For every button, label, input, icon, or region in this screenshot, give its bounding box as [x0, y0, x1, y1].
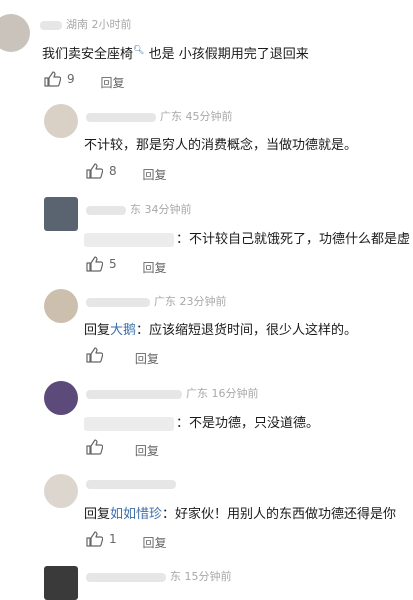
- username-blurred: [86, 297, 150, 307]
- username-blurred: [40, 20, 62, 30]
- comment-text-main: ：好家伙！用别人的东西做功德还得是你: [162, 507, 397, 522]
- timestamp: 45分钟前: [185, 110, 233, 123]
- thumbs-up-icon: [86, 163, 103, 179]
- thumbs-up-icon: [86, 439, 103, 455]
- mention-blurred: [84, 232, 174, 247]
- comment-meta: 湖南 2小时前: [40, 16, 132, 32]
- comment-actions: 5 回复: [86, 256, 166, 276]
- timestamp: 34分钟前: [144, 203, 192, 216]
- timestamp: 2小时前: [91, 18, 132, 31]
- thumbs-up-icon: [86, 531, 103, 547]
- username-blurred: [86, 205, 126, 215]
- comment-text: 回复大鹅：应该缩短退货时间，很少人这样的。: [84, 319, 357, 338]
- like-button[interactable]: 1: [86, 531, 117, 547]
- mention-blurred: [84, 416, 174, 431]
- reply-prefix: 回复: [84, 507, 111, 522]
- comment-meta: 广东 45分钟前: [86, 108, 233, 124]
- comment-actions: 回复: [86, 347, 159, 367]
- reply-button[interactable]: 回复: [142, 168, 166, 182]
- reply-button[interactable]: 回复: [135, 444, 159, 458]
- comment-meta: 广东 16分钟前: [86, 385, 259, 401]
- like-button[interactable]: 9: [44, 71, 75, 87]
- comment-text-main: 我们卖安全座椅: [42, 47, 134, 62]
- comment-text: ：不计较自己就饿死了，功德什么都是虚: [84, 228, 410, 247]
- comment-text-main: ：不计较自己就饿死了，功德什么都是虚: [176, 232, 411, 247]
- comment-actions: 1 回复: [86, 531, 166, 551]
- username-blurred: [86, 479, 176, 489]
- username-blurred: [86, 572, 166, 582]
- avatar[interactable]: [44, 566, 78, 600]
- comment-text: 不计较，那是穷人的消费概念，当做功德就是。: [84, 134, 357, 153]
- location: 东: [130, 203, 141, 216]
- mentioned-user-link[interactable]: 如如惜珍: [110, 507, 162, 522]
- comment-text-main: 不计较，那是穷人的消费概念，当做功德就是。: [84, 138, 358, 153]
- comment-text: 回复如如惜珍：好家伙！用别人的东西做功德还得是你: [84, 503, 396, 522]
- thumbs-up-icon: [44, 71, 61, 87]
- mentioned-user-link[interactable]: 大鹅: [110, 323, 136, 338]
- like-count: 9: [67, 72, 75, 86]
- thumbs-up-icon: [86, 347, 103, 363]
- like-count: 1: [109, 532, 117, 546]
- comment-actions: 8 回复: [86, 163, 166, 183]
- avatar[interactable]: [44, 289, 78, 323]
- comment-text-suffix: 也是 小孩假期用完了退回来: [144, 47, 309, 62]
- comment-actions: 9 回复: [44, 71, 124, 91]
- avatar[interactable]: [0, 14, 30, 52]
- location: 湖南: [66, 18, 88, 31]
- search-icon[interactable]: 🔍︎: [133, 46, 144, 56]
- like-button[interactable]: 8: [86, 163, 117, 179]
- avatar[interactable]: [44, 197, 78, 231]
- comment-meta: 广东 23分钟前: [86, 293, 227, 309]
- comment-actions: 回复: [86, 439, 159, 459]
- avatar[interactable]: [44, 104, 78, 138]
- reply-button[interactable]: 回复: [100, 76, 124, 90]
- like-button[interactable]: 5: [86, 256, 117, 272]
- like-button[interactable]: [86, 347, 109, 363]
- comment-text: 我们卖安全座椅🔍︎ 也是 小孩假期用完了退回来: [42, 43, 309, 62]
- comment-text-main: ：不是功德，只没道德。: [176, 416, 320, 431]
- timestamp: 23分钟前: [179, 295, 227, 308]
- avatar[interactable]: [44, 474, 78, 508]
- username-blurred: [86, 389, 182, 399]
- location: 广东: [154, 295, 176, 308]
- timestamp: 16分钟前: [211, 387, 259, 400]
- comment-text-main: ：应该缩短退货时间，很少人这样的。: [136, 323, 358, 338]
- comment-meta: 东 15分钟前: [86, 568, 232, 584]
- reply-button[interactable]: 回复: [142, 261, 166, 275]
- avatar[interactable]: [44, 381, 78, 415]
- comment-meta: 东 34分钟前: [86, 201, 192, 217]
- reply-prefix: 回复: [84, 323, 111, 338]
- like-count: 5: [109, 257, 117, 271]
- reply-button[interactable]: 回复: [142, 536, 166, 550]
- location: 广东: [186, 387, 208, 400]
- like-count: 8: [109, 164, 117, 178]
- username-blurred: [86, 112, 156, 122]
- comment-meta: [86, 477, 180, 490]
- comment-text: ：不是功德，只没道德。: [84, 412, 319, 431]
- thumbs-up-icon: [86, 256, 103, 272]
- location: 广东: [160, 110, 182, 123]
- reply-button[interactable]: 回复: [135, 352, 159, 366]
- like-button[interactable]: [86, 439, 109, 455]
